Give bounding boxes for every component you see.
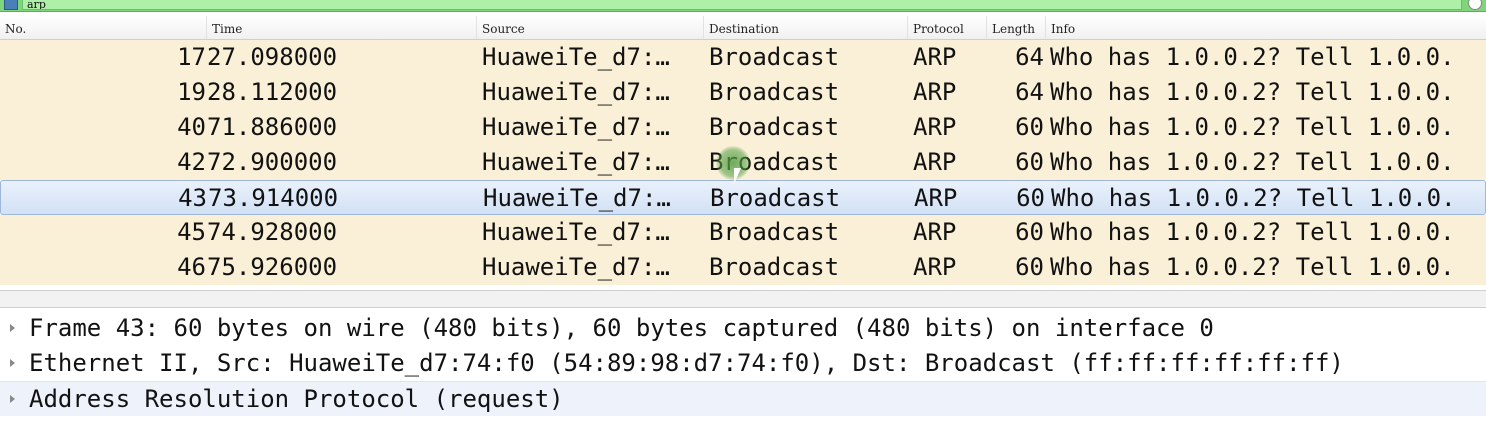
packet-row[interactable]: 40 71.886000 HuaweiTe_d7:… Broadcast ARP… xyxy=(0,110,1486,145)
column-header-destination[interactable]: Destination xyxy=(704,16,908,39)
packet-no: 19 xyxy=(177,78,206,106)
packet-time: 72.900000 xyxy=(207,148,338,176)
packet-destination: Broadcast xyxy=(709,218,840,246)
packet-details-pane: Frame 43: 60 bytes on wire (480 bits), 6… xyxy=(0,309,1486,422)
packet-row[interactable]: 17 27.098000 HuaweiTe_d7:… Broadcast ARP… xyxy=(0,40,1486,75)
packet-info: Who has 1.0.0.2? Tell 1.0.0. xyxy=(1050,148,1455,176)
expand-arrow-icon[interactable] xyxy=(10,395,15,403)
packet-length: 60 xyxy=(1015,113,1044,141)
detail-text: Frame 43: 60 bytes on wire (480 bits), 6… xyxy=(29,314,1214,342)
packet-time: 75.926000 xyxy=(207,253,338,281)
pane-splitter[interactable] xyxy=(0,290,1486,308)
packet-row[interactable]: 19 28.112000 HuaweiTe_d7:… Broadcast ARP… xyxy=(0,75,1486,110)
packet-length: 60 xyxy=(1015,253,1044,281)
packet-time: 27.098000 xyxy=(207,43,338,71)
packet-source: HuaweiTe_d7:… xyxy=(482,148,670,176)
packet-list-header: No. Time Source Destination Protocol Len… xyxy=(0,16,1486,40)
detail-row-frame[interactable]: Frame 43: 60 bytes on wire (480 bits), 6… xyxy=(0,311,1486,346)
packet-row[interactable]: 46 75.926000 HuaweiTe_d7:… Broadcast ARP… xyxy=(0,250,1486,285)
packet-protocol: ARP xyxy=(913,218,957,246)
packet-info: Who has 1.0.0.2? Tell 1.0.0. xyxy=(1050,218,1455,246)
packet-time: 71.886000 xyxy=(207,113,338,141)
packet-length: 60 xyxy=(1015,148,1044,176)
wireshark-window: No. Time Source Destination Protocol Len… xyxy=(0,0,1486,422)
packet-no: 17 xyxy=(177,43,206,71)
packet-destination: Broadcast xyxy=(709,78,840,106)
packet-no: 46 xyxy=(177,253,206,281)
packet-destination: Broadcast xyxy=(709,43,840,71)
detail-text: Address Resolution Protocol (request) xyxy=(29,385,564,413)
detail-row-arp[interactable]: Address Resolution Protocol (request) xyxy=(0,381,1486,416)
column-header-no[interactable]: No. xyxy=(0,16,207,39)
packet-source: HuaweiTe_d7:… xyxy=(483,184,671,212)
column-header-length[interactable]: Length xyxy=(987,16,1046,39)
detail-row-ethernet[interactable]: Ethernet II, Src: HuaweiTe_d7:74:f0 (54:… xyxy=(0,346,1486,381)
packet-source: HuaweiTe_d7:… xyxy=(482,43,670,71)
packet-destination: Broadcast xyxy=(710,184,841,212)
column-header-info[interactable]: Info xyxy=(1046,16,1486,39)
packet-source: HuaweiTe_d7:… xyxy=(482,218,670,246)
packet-no: 43 xyxy=(178,184,207,212)
display-filter-input[interactable] xyxy=(22,0,1462,10)
packet-info: Who has 1.0.0.2? Tell 1.0.0. xyxy=(1051,184,1456,212)
packet-source: HuaweiTe_d7:… xyxy=(482,113,670,141)
packet-length: 64 xyxy=(1015,78,1044,106)
packet-row-selected[interactable]: 43 73.914000 HuaweiTe_d7:… Broadcast ARP… xyxy=(0,180,1486,215)
packet-protocol: ARP xyxy=(913,253,957,281)
packet-time: 74.928000 xyxy=(207,218,338,246)
packet-info: Who has 1.0.0.2? Tell 1.0.0. xyxy=(1050,113,1455,141)
packet-protocol: ARP xyxy=(913,148,957,176)
packet-no: 45 xyxy=(177,218,206,246)
packet-info: Who has 1.0.0.2? Tell 1.0.0. xyxy=(1050,78,1455,106)
packet-destination: Broadcast xyxy=(709,253,840,281)
packet-length: 64 xyxy=(1015,43,1044,71)
bookmark-icon[interactable] xyxy=(4,0,18,10)
packet-time: 73.914000 xyxy=(208,184,339,212)
expand-arrow-icon[interactable] xyxy=(10,359,15,367)
packet-no: 40 xyxy=(177,113,206,141)
column-header-protocol[interactable]: Protocol xyxy=(908,16,987,39)
packet-source: HuaweiTe_d7:… xyxy=(482,253,670,281)
packet-protocol: ARP xyxy=(913,43,957,71)
packet-time: 28.112000 xyxy=(207,78,338,106)
display-filter-bar xyxy=(0,0,1486,12)
packet-length: 60 xyxy=(1016,184,1045,212)
expand-arrow-icon[interactable] xyxy=(10,324,15,332)
packet-destination: Broadcast xyxy=(709,113,840,141)
packet-info: Who has 1.0.0.2? Tell 1.0.0. xyxy=(1050,43,1455,71)
packet-protocol: ARP xyxy=(913,78,957,106)
column-header-source[interactable]: Source xyxy=(477,16,704,39)
packet-row[interactable]: 45 74.928000 HuaweiTe_d7:… Broadcast ARP… xyxy=(0,215,1486,250)
packet-length: 60 xyxy=(1015,218,1044,246)
detail-text: Ethernet II, Src: HuaweiTe_d7:74:f0 (54:… xyxy=(29,349,1344,377)
clear-filter-icon[interactable] xyxy=(1468,0,1482,10)
packet-no: 42 xyxy=(177,148,206,176)
column-header-time[interactable]: Time xyxy=(207,16,477,39)
packet-list: 17 27.098000 HuaweiTe_d7:… Broadcast ARP… xyxy=(0,40,1486,288)
packet-source: HuaweiTe_d7:… xyxy=(482,78,670,106)
packet-info: Who has 1.0.0.2? Tell 1.0.0. xyxy=(1050,253,1455,281)
packet-destination: Broadcast xyxy=(709,148,840,176)
packet-protocol: ARP xyxy=(914,184,958,212)
packet-protocol: ARP xyxy=(913,113,957,141)
packet-row[interactable]: 42 72.900000 HuaweiTe_d7:… Broadcast ARP… xyxy=(0,145,1486,180)
